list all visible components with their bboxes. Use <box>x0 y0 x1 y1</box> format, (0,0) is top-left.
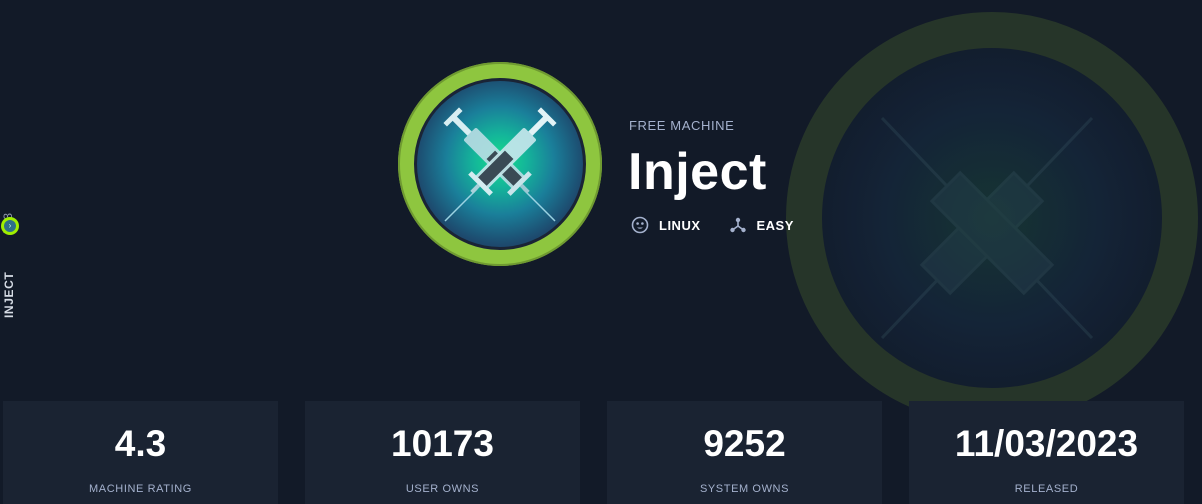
stat-value: 4.3 <box>114 423 167 464</box>
stat-label: USER OWNS <box>405 483 480 495</box>
side-machine-name: INJECT <box>2 271 16 318</box>
difficulty-label: EASY <box>756 217 794 233</box>
stat-value: 11/03/2023 <box>954 423 1139 464</box>
stat-card-released: 11/03/2023 RELEASED <box>909 401 1184 504</box>
stat-label: SYSTEM OWNS <box>699 483 790 495</box>
syringes-icon <box>443 107 557 222</box>
stat-card-system-owns: 9252 SYSTEM OWNS <box>607 401 882 504</box>
stat-label: MACHINE RATING <box>89 483 192 495</box>
background-machine-logo <box>786 12 1198 424</box>
side-machine-icon: › <box>1 217 19 235</box>
machine-page: 533 INJECT › <box>0 0 1202 504</box>
stat-card-rating: 4.3 MACHINE RATING <box>3 401 278 504</box>
background-syringes-icon <box>880 116 1094 340</box>
difficulty-tag: EASY <box>729 216 794 234</box>
stat-label: RELEASED <box>1014 483 1079 495</box>
os-label: LINUX <box>659 217 701 233</box>
machine-type-label: FREE MACHINE <box>629 118 735 133</box>
machine-stats: 4.3 MACHINE RATING 10173 USER OWNS 9252 … <box>3 401 1202 504</box>
stat-value: 10173 <box>391 423 494 464</box>
machine-avatar <box>398 62 602 266</box>
difficulty-icon <box>729 217 746 233</box>
linux-icon <box>631 216 649 234</box>
stat-card-user-owns: 10173 USER OWNS <box>305 401 580 504</box>
machine-title: Inject <box>628 143 767 201</box>
stat-value: 9252 <box>703 423 786 464</box>
os-tag: LINUX <box>631 216 701 234</box>
machine-tags: LINUX EASY <box>631 216 794 234</box>
